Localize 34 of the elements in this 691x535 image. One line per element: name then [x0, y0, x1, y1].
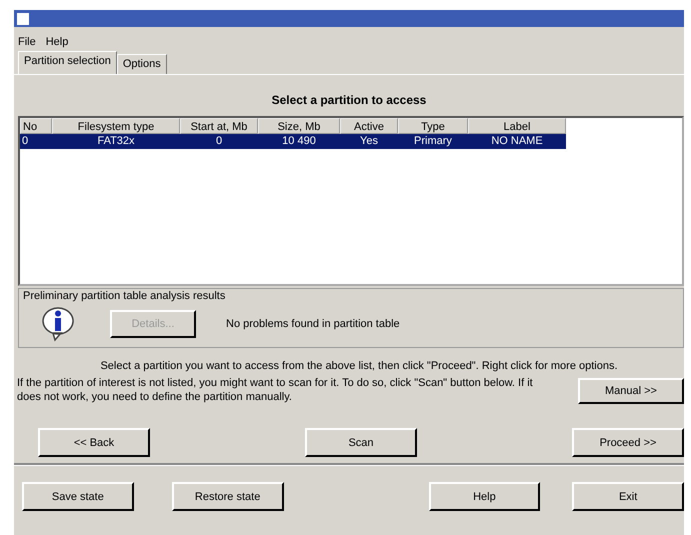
column-header[interactable]: Label [468, 118, 566, 134]
menu-item[interactable]: File [18, 36, 36, 50]
tab[interactable]: Partition selection [18, 51, 117, 74]
table-cell-text: 0 [214, 134, 224, 149]
info-icon [41, 306, 75, 342]
column-header[interactable]: Start at, Mb [180, 118, 258, 134]
column-header[interactable]: Type [398, 118, 468, 134]
exit-button[interactable]: Exit [572, 482, 684, 511]
app-icon [17, 12, 29, 24]
table-cell-text: FAT32x [96, 134, 136, 149]
table-cell-text: 0 [21, 134, 30, 149]
table-cell-text: 10 490 [281, 134, 317, 149]
save-state-button[interactable]: Save state [22, 482, 134, 511]
restore-state-button[interactable]: Restore state [172, 482, 284, 511]
table-cell-text: NO NAME [490, 134, 544, 149]
instruction-text: Select a partition you want to access from the above list, then click "Proceed". Right click for more options. [99, 359, 619, 374]
scan-button[interactable]: Scan [305, 428, 417, 457]
column-header[interactable]: No [20, 118, 52, 134]
column-header[interactable]: Size, Mb [258, 118, 340, 134]
group-label: Preliminary partition table analysis results [23, 290, 226, 302]
back-button[interactable]: << Back [38, 428, 150, 457]
column-header[interactable]: Filesystem type [52, 118, 180, 134]
hint-text: If the partition of interest is not listed, you might want to scan for it. To do so, click "Scan" button below. If it does not work, you need to define the partition manually. [17, 376, 534, 404]
table-cell-text: Yes [359, 134, 379, 149]
menu-item[interactable]: Help [46, 36, 68, 50]
status-message: No problems found in partition table [226, 318, 400, 330]
proceed-button[interactable]: Proceed >> [572, 428, 684, 457]
table-row[interactable]: 0 FAT32x 0 10 490 Yes Primary NO NAME [20, 134, 566, 149]
tab[interactable]: Options [116, 54, 167, 74]
column-header[interactable]: Active [340, 118, 398, 134]
section-heading: Select a partition to access [270, 92, 428, 109]
help-button[interactable]: Help [428, 482, 540, 511]
table-cell-text: Primary [413, 134, 453, 149]
manual-button[interactable]: Manual >> [578, 378, 684, 404]
